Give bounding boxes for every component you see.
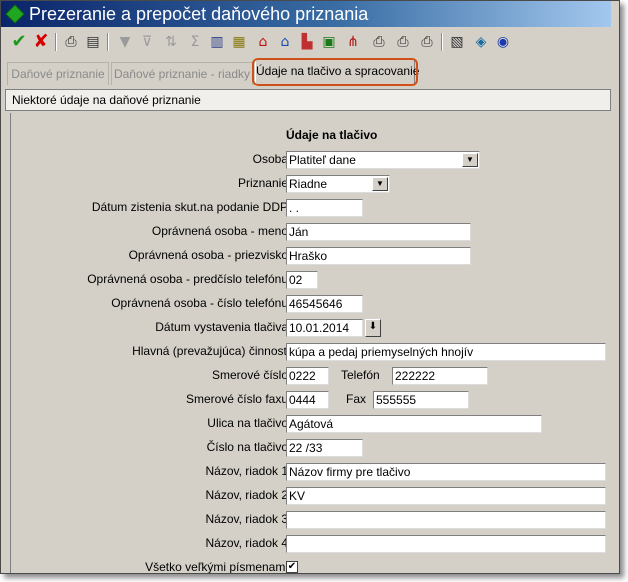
- input-fax[interactable]: 555555: [373, 391, 469, 409]
- tab-strip: Daňové priznanie Daňové priznanie - riad…: [1, 58, 619, 87]
- label-nazov-1: Názov, riadok 1: [205, 464, 288, 478]
- input-priezvisko[interactable]: Hraško: [286, 247, 471, 265]
- input-datum-zistenia[interactable]: . .: [286, 199, 363, 217]
- label-datum-zistenia: Dátum zistenia skut.na podanie DDP: [91, 200, 288, 214]
- input-predcislo[interactable]: 02: [286, 271, 318, 289]
- select-priznanie[interactable]: Riadne ▼: [286, 175, 390, 193]
- tab-danove-priznanie-riadky[interactable]: Daňové priznanie - riadky: [111, 62, 253, 85]
- input-cislo[interactable]: 22 /33: [286, 439, 363, 457]
- app-icon: [5, 4, 25, 24]
- input-cinnost[interactable]: kúpa a pedaj priemyselných hnojív: [286, 343, 606, 361]
- label-nazov-3: Názov, riadok 3: [205, 512, 288, 526]
- toolbar-separator: [441, 33, 443, 51]
- input-datum-vystavenia[interactable]: 10.01.2014: [286, 319, 363, 337]
- input-cislo-telefonu[interactable]: 46545646: [286, 295, 363, 313]
- label-ulica: Ulica na tlačivo: [207, 416, 288, 430]
- chevron-down-icon[interactable]: ▼: [462, 153, 478, 167]
- toolbar-separator: [107, 33, 109, 51]
- filter-icon[interactable]: ▼: [117, 34, 133, 50]
- house-red-icon[interactable]: ⌂: [255, 34, 271, 50]
- input-nazov-4[interactable]: [286, 535, 606, 553]
- right-edge: [611, 1, 619, 573]
- label-datum-vystavenia: Dátum vystavenia tlačiva: [155, 320, 288, 334]
- label-nazov-2: Názov, riadok 2: [205, 488, 288, 502]
- label-meno: Oprávnená osoba - meno: [151, 224, 288, 238]
- table-icon[interactable]: ▣: [321, 34, 337, 50]
- check-icon[interactable]: ✔: [11, 33, 27, 51]
- document-icon[interactable]: ▤: [85, 34, 101, 50]
- input-meno[interactable]: Ján: [286, 223, 471, 241]
- chevron-down-icon[interactable]: ▼: [372, 177, 388, 191]
- form-heading: Údaje na tlačivo: [286, 128, 378, 142]
- tree-icon[interactable]: ⋔: [345, 34, 361, 50]
- filter-clear-icon[interactable]: ⊽: [139, 34, 155, 50]
- notebook-icon[interactable]: ▧: [449, 34, 465, 50]
- section-header: Niektoré údaje na daňové priznanie: [5, 89, 611, 111]
- input-nazov-1[interactable]: Názov firmy pre tlačivo: [286, 463, 606, 481]
- printer-icon[interactable]: ⎙: [371, 34, 387, 50]
- sum-icon[interactable]: Σ: [187, 34, 203, 50]
- input-smerove-fax[interactable]: 0444: [286, 391, 329, 409]
- tab-highlight: [252, 58, 418, 86]
- close-icon[interactable]: ✘: [33, 33, 49, 51]
- calculator-icon[interactable]: ▦: [231, 34, 247, 50]
- label-cislo: Číslo na tlačivo: [206, 440, 288, 454]
- input-smerove-cislo[interactable]: 0222: [286, 367, 329, 385]
- label-smerove-fax: Smerové číslo faxu: [185, 392, 288, 406]
- label-fax: Fax: [346, 392, 367, 406]
- form-area: Údaje na tlačivo Osoba Platiteľ dane ▼ P…: [10, 113, 611, 573]
- chart-icon[interactable]: ▙: [299, 34, 315, 50]
- toolbar-separator: [55, 33, 57, 51]
- printer-alt-icon[interactable]: ⎙: [419, 34, 435, 50]
- printer-setup-icon[interactable]: ⎙: [395, 34, 411, 50]
- sort-icon[interactable]: ⇅: [163, 34, 179, 50]
- select-osoba[interactable]: Platiteľ dane ▼: [286, 151, 480, 169]
- label-cinnost: Hlavná (prevažujúca) činnosť: [132, 344, 288, 358]
- select-priznanie-value: Riadne: [289, 177, 328, 191]
- label-nazov-4: Názov, riadok 4: [205, 536, 288, 550]
- checkbox-velke-pismena[interactable]: ✔: [286, 561, 298, 573]
- globe-icon[interactable]: ◉: [495, 34, 511, 50]
- input-nazov-3[interactable]: [286, 511, 606, 529]
- label-priznanie: Priznanie: [237, 176, 288, 190]
- label-telefon: Telefón: [341, 368, 380, 382]
- toolbar: ✔ ✘ ⎙ ▤ ▼ ⊽ ⇅ Σ ▥ ▦ ⌂ ⌂ ▙ ▣ ⋔ ⎙ ⎙ ⎙ ▧ ◈ …: [1, 29, 619, 57]
- tab-danove-priznanie[interactable]: Daňové priznanie: [7, 62, 109, 85]
- input-ulica[interactable]: Agátová: [286, 415, 542, 433]
- label-smerove-cislo: Smerové číslo: [211, 368, 288, 382]
- label-velke-pismena: Všetko veľkými písmenami: [145, 560, 288, 574]
- house-blue-icon[interactable]: ⌂: [277, 34, 293, 50]
- main-window: Prezeranie a prepočet daňového priznania…: [0, 0, 620, 574]
- input-telefon[interactable]: 222222: [392, 367, 488, 385]
- label-osoba: Osoba: [252, 152, 288, 166]
- tab-udaje-na-tlacivo[interactable]: Údaje na tlačivo a spracovanie: [252, 58, 419, 86]
- calendar-button[interactable]: ⬇: [365, 319, 381, 337]
- trash-icon[interactable]: ▥: [209, 34, 225, 50]
- print-icon[interactable]: ⎙: [63, 34, 79, 50]
- input-nazov-2[interactable]: KV: [286, 487, 606, 505]
- label-predcislo: Oprávnená osoba - predčíslo telefónu: [87, 272, 288, 286]
- window-title: Prezeranie a prepočet daňového priznania: [29, 4, 369, 24]
- title-bar[interactable]: Prezeranie a prepočet daňového priznania: [1, 1, 619, 27]
- label-cislo-telefonu: Oprávnená osoba - číslo telefónu: [111, 296, 288, 310]
- cube-icon[interactable]: ◈: [473, 34, 489, 50]
- select-osoba-value: Platiteľ dane: [289, 153, 356, 167]
- label-priezvisko: Oprávnená osoba - priezvisko: [128, 248, 288, 262]
